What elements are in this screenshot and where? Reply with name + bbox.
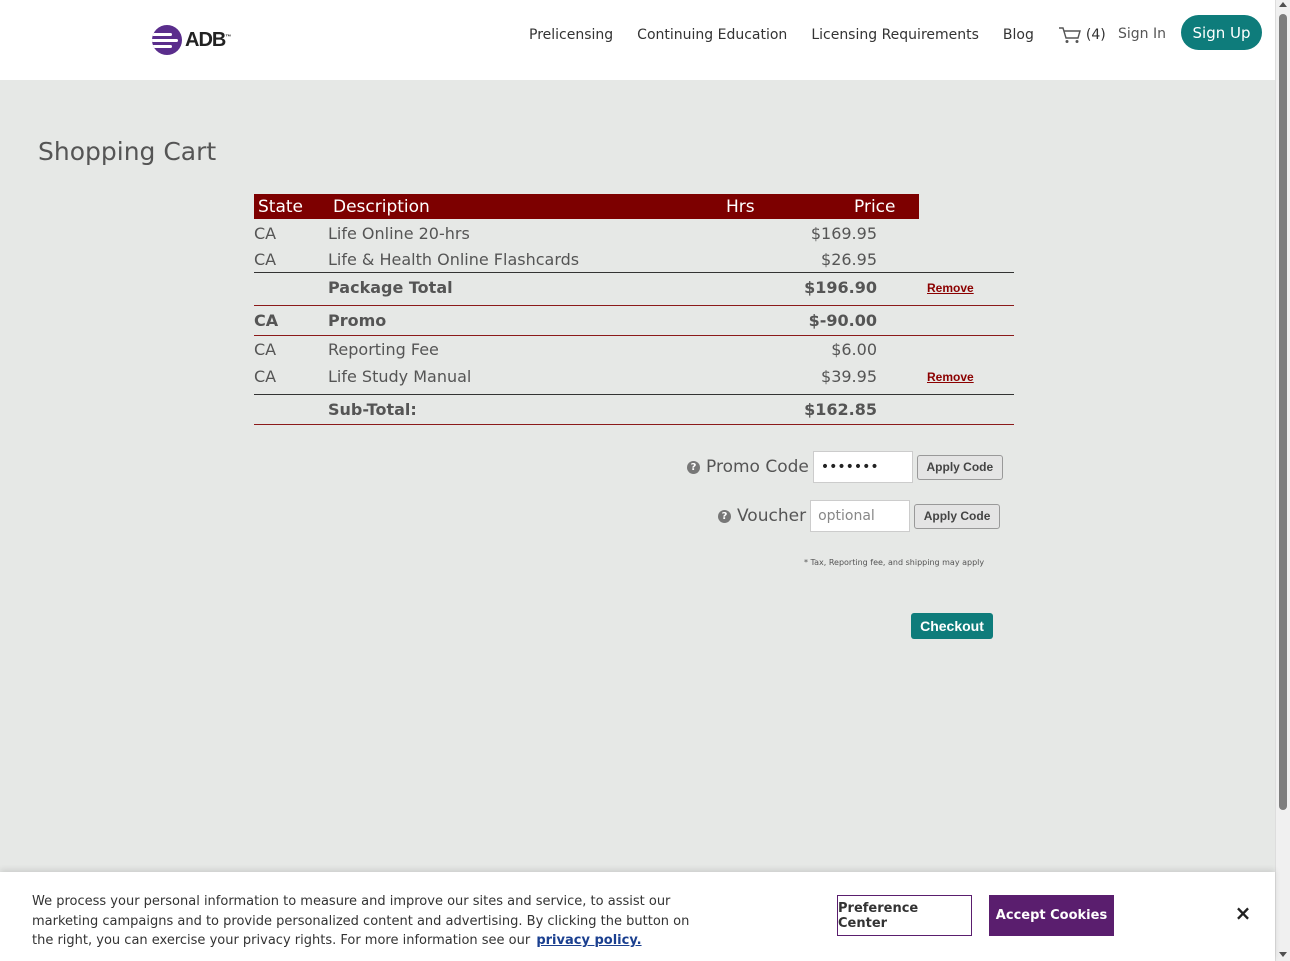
promo-code-input[interactable] (812, 451, 913, 483)
cart-count: (4) (1085, 27, 1106, 43)
scroll-up-arrow-icon[interactable] (1279, 2, 1287, 7)
subtotal-price: $162.85 (804, 400, 877, 419)
help-icon[interactable]: ? (718, 509, 731, 523)
main-nav: Prelicensing Continuing Education Licens… (529, 26, 1106, 44)
row-price: $26.95 (821, 250, 877, 269)
row-state: CA (254, 250, 277, 269)
apply-promo-button[interactable]: Apply Code (916, 454, 1003, 480)
promo-code-label: Promo Code (706, 457, 809, 477)
voucher-input[interactable] (810, 500, 911, 532)
table-header: State Description Hrs Price (254, 194, 919, 219)
promo-state: CA (254, 311, 279, 330)
row-price: $6.00 (831, 340, 877, 359)
row-state: CA (254, 367, 277, 386)
remove-manual-link[interactable]: Remove (927, 370, 974, 384)
promo-code-row: ? Promo Code Apply Code (687, 451, 1003, 483)
tax-note: * Tax, Reporting fee, and shipping may a… (804, 558, 985, 567)
row-state: CA (254, 224, 277, 243)
row-price: $169.95 (810, 224, 877, 243)
subtotal-label: Sub-Total: (328, 400, 417, 419)
logo-icon (152, 25, 182, 55)
adb-logo[interactable]: ADB™ (152, 24, 231, 56)
nav-blog[interactable]: Blog (1003, 27, 1034, 43)
divider (254, 424, 1014, 425)
row-price: $39.95 (821, 367, 877, 386)
sign-up-button[interactable]: Sign Up (1181, 15, 1262, 50)
apply-voucher-button[interactable]: Apply Code (914, 503, 1001, 529)
privacy-policy-link[interactable]: privacy policy. (536, 933, 641, 948)
col-description: Description (333, 197, 430, 217)
nav-licensing-requirements[interactable]: Licensing Requirements (811, 27, 979, 43)
sign-in-link[interactable]: Sign In (1118, 26, 1166, 42)
site-header: ADB™ Prelicensing Continuing Education L… (0, 0, 1275, 80)
divider (254, 305, 1014, 306)
help-icon[interactable]: ? (687, 460, 700, 474)
promo-label: Promo (328, 311, 387, 330)
divider (254, 272, 1014, 273)
row-description: Life & Health Online Flashcards (328, 250, 580, 269)
preference-center-button[interactable]: Preference Center (837, 895, 972, 936)
cookie-banner: We process your personal information to … (0, 872, 1275, 961)
row-state: CA (254, 340, 277, 359)
package-total-price: $196.90 (804, 278, 877, 297)
voucher-label: Voucher (737, 506, 807, 526)
package-total-label: Package Total (328, 278, 453, 297)
close-icon[interactable]: × (1234, 903, 1252, 923)
cart-icon (1058, 27, 1081, 43)
row-description: Life Study Manual (328, 367, 472, 386)
page-title: Shopping Cart (38, 137, 217, 166)
scroll-down-arrow-icon[interactable] (1279, 952, 1287, 957)
checkout-button[interactable]: Checkout (911, 613, 993, 639)
row-description: Life Online 20-hrs (328, 224, 470, 243)
logo-trademark: ™ (225, 33, 232, 40)
accept-cookies-button[interactable]: Accept Cookies (989, 895, 1114, 936)
row-description: Reporting Fee (328, 340, 439, 359)
col-state: State (258, 197, 303, 217)
divider (254, 394, 1014, 395)
remove-package-link[interactable]: Remove (927, 281, 974, 295)
cookie-text: We process your personal information to … (32, 892, 692, 951)
voucher-row: ? Voucher Apply Code (718, 500, 1001, 532)
scroll-thumb[interactable] (1279, 14, 1287, 810)
cart-link[interactable]: (4) (1058, 26, 1106, 44)
nav-continuing-education[interactable]: Continuing Education (637, 27, 787, 43)
vertical-scrollbar[interactable] (1275, 0, 1290, 961)
col-price: Price (854, 197, 896, 217)
divider (254, 335, 1014, 336)
col-hrs: Hrs (726, 197, 755, 217)
promo-price: $-90.00 (808, 311, 877, 330)
nav-prelicensing[interactable]: Prelicensing (529, 27, 613, 43)
logo-text: ADB (185, 28, 226, 51)
